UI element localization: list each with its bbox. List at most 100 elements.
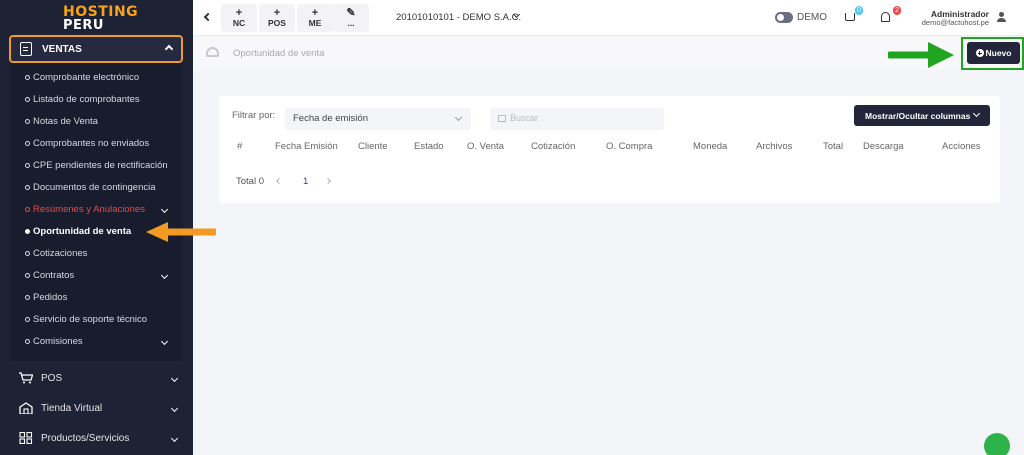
sidebar-item-listado-comprobantes[interactable]: Listado de comprobantes (25, 94, 140, 105)
chevron-down-icon (170, 374, 179, 383)
quick-label: POS (268, 18, 286, 28)
sidebar-item-label: Resúmenes y Anulaciones (33, 204, 145, 215)
results-card: Filtrar por: Fecha de emisión Buscar Mos… (219, 96, 1000, 203)
plus-icon: + (235, 7, 243, 19)
chevron-down-icon (972, 109, 981, 118)
chevron-down-icon (170, 404, 179, 413)
toggle-columns-button[interactable]: Mostrar/Ocultar columnas (854, 105, 990, 126)
brand-logo[interactable]: HOSTING PERU (63, 4, 139, 33)
quick-label: ME (308, 18, 322, 28)
column-header-cliente: Cliente (358, 141, 388, 152)
brand-line2: PERU (63, 18, 104, 33)
sidebar-item-label: Listado de comprobantes (33, 94, 140, 105)
circle-icon (25, 273, 30, 278)
new-button-label: Nuevo (985, 48, 1012, 58)
plus-icon: + (311, 7, 319, 19)
circle-icon (25, 141, 30, 146)
sidebar-item-notas-venta[interactable]: Notas de Venta (25, 116, 98, 127)
demo-mode-toggle[interactable] (775, 12, 793, 23)
quick-label: ... (347, 18, 355, 28)
quick-add-pos-button[interactable]: + POS (259, 4, 295, 32)
column-header-orden-compra: O. Compra (606, 141, 653, 152)
collapse-sidebar-icon[interactable] (203, 12, 213, 22)
green-arrow-annotation (888, 42, 954, 68)
filter-select[interactable]: Fecha de emisión (285, 108, 471, 130)
sidebar-item-label: Tienda Virtual (41, 402, 103, 414)
column-header-fecha-emision: Fecha Emisión (275, 141, 338, 152)
demo-mode-label: DEMO (797, 12, 827, 23)
cart-icon (19, 372, 33, 384)
sidebar-item-pedidos[interactable]: Pedidos (25, 292, 67, 303)
sidebar-item-label: Oportunidad de venta (33, 226, 132, 237)
circle-icon (25, 317, 30, 322)
column-header-acciones: Acciones (942, 141, 981, 152)
chevron-down-icon[interactable] (160, 337, 169, 346)
column-header-moneda: Moneda (693, 141, 728, 152)
sidebar-item-resumenes-anulaciones[interactable]: Resúmenes y Anulaciones (25, 204, 145, 215)
sidebar-item-comprobante-electronico[interactable]: Comprobante electrónico (25, 72, 139, 83)
sidebar-item-label: Cotizaciones (33, 248, 88, 259)
sidebar-item-contratos[interactable]: Contratos (25, 270, 74, 281)
ventas-submenu: Comprobante electrónico Listado de compr… (9, 63, 183, 361)
sidebar-item-label: Notas de Venta (33, 116, 98, 127)
orange-arrow-annotation (146, 222, 216, 242)
chevron-down-icon (170, 434, 179, 443)
plus-icon: + (273, 7, 281, 19)
pagination-next-icon[interactable] (325, 178, 331, 184)
quick-label: NC (232, 18, 246, 28)
plus-circle-icon (975, 49, 984, 57)
dashboard-icon (206, 47, 219, 57)
sidebar-item-label: Comisiones (33, 336, 83, 347)
circle-icon (25, 295, 30, 300)
sidebar-item-label: Pedidos (33, 292, 68, 303)
sidebar-item-cpe-pendientes[interactable]: CPE pendientes de rectificación (25, 160, 168, 171)
sidebar-item-label: Productos/Servicios (41, 432, 130, 444)
quick-edit-button[interactable]: ✎... (333, 4, 369, 32)
filter-label: Filtrar por: (232, 110, 276, 121)
sidebar-item-comisiones[interactable]: Comisiones (25, 336, 83, 347)
calendar-icon (498, 115, 506, 122)
column-header-descarga: Descarga (863, 141, 904, 152)
notification-badge: 2 (893, 6, 901, 15)
quick-add-me-button[interactable]: + ME (297, 4, 333, 32)
new-button[interactable]: Nuevo (967, 42, 1020, 64)
user-email: demo@factuhost.pe (921, 18, 989, 27)
sidebar-item-productos-servicios[interactable]: Productos/Servicios (19, 432, 129, 444)
cart-icon[interactable] (845, 13, 855, 21)
sidebar-item-cotizaciones[interactable]: Cotizaciones (25, 248, 87, 259)
quick-add-nc-button[interactable]: + NC (221, 4, 257, 32)
sidebar-item-pos[interactable]: POS (19, 372, 62, 384)
grid-icon (19, 432, 33, 444)
sidebar-item-tienda-virtual[interactable]: Tienda Virtual (19, 402, 102, 414)
whatsapp-icon[interactable] (984, 433, 1010, 455)
circle-icon (25, 185, 30, 190)
company-selector[interactable]: 20101010101 - DEMO S.A.C. (396, 12, 521, 23)
chevron-down-icon[interactable] (160, 271, 169, 280)
circle-icon (25, 97, 30, 102)
sidebar-item-soporte-tecnico[interactable]: Servicio de soporte técnico (25, 314, 147, 325)
column-header-cotizacion: Cotización (531, 141, 576, 152)
sidebar-item-label: Contratos (33, 270, 75, 281)
chevron-down-icon[interactable] (160, 205, 169, 214)
sidebar-item-comprobantes-no-enviados[interactable]: Comprobantes no enviados (25, 138, 149, 149)
column-header-archivos: Archivos (756, 141, 793, 152)
sidebar-item-label: Comprobante electrónico (33, 72, 140, 83)
sidebar-item-oportunidad-venta[interactable]: Oportunidad de venta (25, 226, 131, 237)
brand-line1: HOSTING (63, 4, 139, 20)
circle-icon (25, 339, 30, 344)
sidebar-item-documentos-contingencia[interactable]: Documentos de contingencia (25, 182, 156, 193)
search-input[interactable]: Buscar (490, 108, 664, 130)
sidebar-item-label: CPE pendientes de rectificación (33, 160, 168, 171)
circle-icon (25, 119, 30, 124)
user-avatar-icon[interactable] (996, 11, 1008, 23)
sidebar-item-label: Documentos de contingencia (33, 182, 156, 193)
pagination-page[interactable]: 1 (303, 176, 308, 187)
sidebar-section-label: VENTAS (42, 43, 82, 55)
sidebar-item-label: Comprobantes no enviados (33, 138, 150, 149)
sidebar-item-label: POS (41, 372, 63, 384)
bell-icon[interactable] (881, 12, 890, 22)
sidebar-section-ventas[interactable]: VENTAS (9, 35, 183, 63)
column-header-orden-venta: O. Venta (467, 141, 504, 152)
pagination-prev-icon[interactable] (276, 178, 282, 184)
page-title: Oportunidad de venta (233, 48, 325, 59)
